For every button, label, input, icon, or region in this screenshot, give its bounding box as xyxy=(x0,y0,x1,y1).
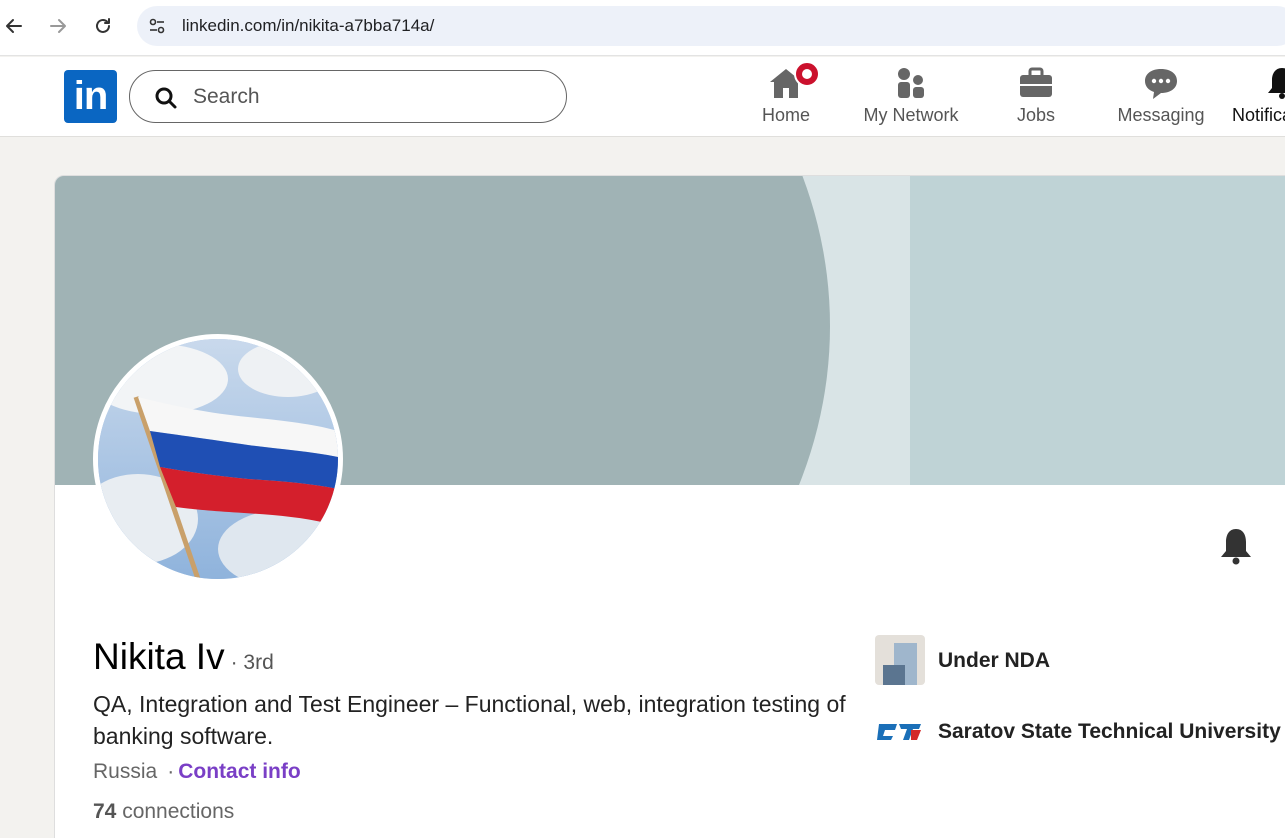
search-input[interactable]: Search xyxy=(129,70,567,123)
nav-jobs-label: Jobs xyxy=(1016,105,1056,125)
people-icon xyxy=(898,68,924,98)
education-org-name: Saratov State Technical University xyxy=(938,719,1281,743)
university-logo-icon xyxy=(875,706,925,756)
nav-home[interactable]: Home xyxy=(756,61,820,126)
chat-icon xyxy=(1145,69,1177,99)
briefcase-icon xyxy=(1020,67,1052,97)
experience-org[interactable]: Under NDA xyxy=(875,635,1050,685)
reload-icon xyxy=(96,18,110,33)
location-separator: · xyxy=(167,760,175,783)
profile-card: Nikita Iv · 3rd QA, Integration and Test… xyxy=(54,175,1285,838)
forward-arrow-icon xyxy=(50,19,66,33)
connection-degree: · 3rd xyxy=(230,651,274,674)
nav-messaging-label: Messaging xyxy=(1117,105,1205,125)
search-icon xyxy=(155,87,177,109)
nav-home-label: Home xyxy=(761,105,810,125)
company-logo-icon xyxy=(875,635,925,685)
url-text: linkedin.com/in/nikita-a7bba714a/ xyxy=(182,16,435,35)
forward-button[interactable] xyxy=(44,12,72,40)
reload-button[interactable] xyxy=(89,12,117,40)
profile-name: Nikita Iv xyxy=(93,636,225,677)
connections-label: connections xyxy=(122,800,235,823)
profile-avatar[interactable] xyxy=(93,334,343,584)
site-info-icon[interactable] xyxy=(147,16,167,36)
russian-flag-photo xyxy=(98,339,338,579)
name-row: Nikita Iv · 3rd xyxy=(93,636,274,678)
contact-info-link[interactable]: Contact info xyxy=(178,760,300,783)
connections-link[interactable]: 74 connections xyxy=(93,800,234,824)
connections-count: 74 xyxy=(93,800,117,823)
linkedin-logo[interactable]: in xyxy=(64,70,117,123)
logo-text: in xyxy=(73,74,109,118)
follow-bell-icon[interactable] xyxy=(1218,526,1254,566)
bell-icon xyxy=(1268,68,1285,99)
back-button[interactable] xyxy=(0,12,28,40)
linkedin-header: in Search Home My Network Jobs Messaging… xyxy=(0,57,1285,137)
nav-my-network-label: My Network xyxy=(863,105,959,125)
location-row: Russia · Contact info xyxy=(93,760,301,784)
nav-my-network[interactable]: My Network xyxy=(856,65,966,126)
nav-jobs[interactable]: Jobs xyxy=(1006,65,1066,126)
profile-location: Russia xyxy=(93,760,158,783)
back-arrow-icon xyxy=(6,19,22,33)
address-bar[interactable]: linkedin.com/in/nikita-a7bba714a/ xyxy=(137,6,1285,46)
nav-messaging[interactable]: Messaging xyxy=(1111,65,1211,126)
notification-badge xyxy=(794,61,820,87)
profile-headline: QA, Integration and Test Engineer – Func… xyxy=(93,691,846,749)
browser-toolbar: linkedin.com/in/nikita-a7bba714a/ xyxy=(0,0,1285,56)
search-placeholder: Search xyxy=(193,85,260,108)
nav-notifications-label: Notifications xyxy=(1232,105,1285,125)
experience-org-name: Under NDA xyxy=(938,648,1051,672)
nav-notifications[interactable]: Notifications xyxy=(1232,65,1285,126)
education-org[interactable]: Saratov State Technical University xyxy=(875,706,1281,756)
sstu-logo xyxy=(877,724,921,740)
